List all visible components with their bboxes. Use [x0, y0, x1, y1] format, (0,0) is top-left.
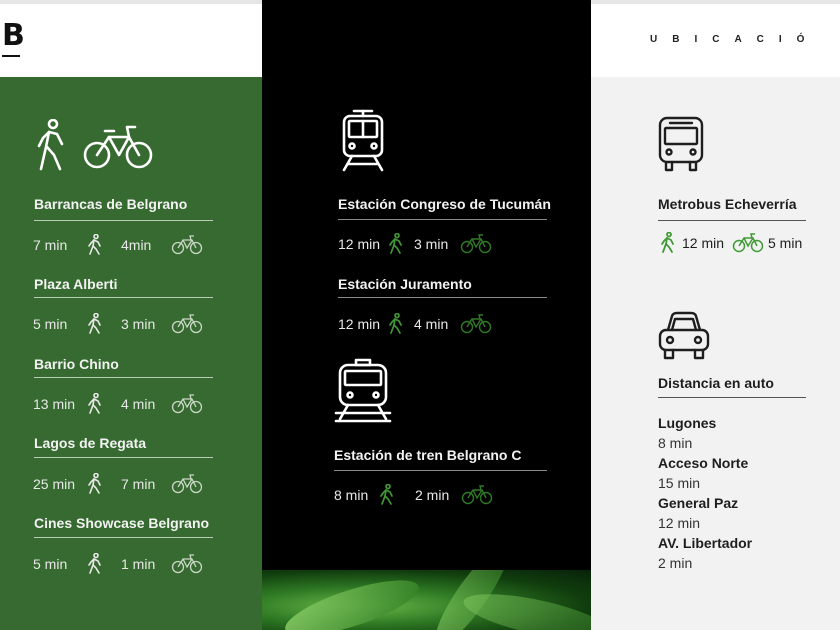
divider — [34, 537, 213, 538]
walking-person-icon — [88, 393, 101, 414]
train-icon — [334, 358, 392, 423]
walking-person-icon — [380, 484, 393, 505]
bike-time: 5 min — [768, 235, 803, 251]
destination-name: AV. Libertador — [658, 535, 753, 551]
leaf-photo — [262, 570, 591, 630]
bike-time: 3 min — [121, 316, 156, 332]
travel-times: 7 min 4min — [33, 234, 203, 256]
bike-time: 3 min — [414, 236, 449, 252]
divider — [34, 297, 213, 298]
divider — [658, 397, 806, 398]
travel-times: 12 min 3 min — [338, 233, 492, 255]
walking-person-icon — [661, 232, 674, 253]
section-label: UBICACIÓ — [650, 34, 820, 45]
bicycle-icon — [171, 474, 203, 494]
walk-time: 8 min — [334, 487, 369, 503]
place-name: Lagos de Regata — [34, 435, 147, 451]
travel-times: 12 min 4 min — [338, 313, 492, 335]
list-item: Cines Showcase Belgrano — [34, 515, 209, 531]
list-item: Barrancas de Belgrano — [34, 196, 187, 212]
station-name: Estación Congreso de Tucumán — [338, 196, 551, 212]
bus-car-column: Metrobus Echeverría 12 min 5 min Distanc… — [591, 77, 840, 630]
place-name: Plaza Alberti — [34, 276, 118, 292]
walking-person-icon — [88, 234, 101, 255]
destination-name: Lugones — [658, 415, 717, 431]
walking-person-icon — [88, 473, 101, 494]
divider — [658, 220, 806, 221]
walk-time: 7 min — [33, 237, 68, 253]
bike-time: 4min — [121, 237, 152, 253]
divider — [338, 219, 547, 220]
list-item: Estación Congreso de Tucumán — [338, 196, 551, 212]
section-title: Distancia en auto — [658, 375, 774, 391]
walking-person-icon — [389, 233, 402, 254]
bike-time: 7 min — [121, 476, 156, 492]
travel-times: 13 min 4 min — [33, 393, 203, 415]
bike-time: 1 min — [121, 556, 156, 572]
station-name: Metrobus Echeverría — [658, 196, 797, 212]
bike-time: 4 min — [121, 396, 156, 412]
destination-name: General Paz — [658, 495, 739, 511]
bicycle-icon — [732, 233, 764, 253]
list-item: Estación Juramento — [338, 276, 472, 292]
bicycle-icon — [460, 234, 492, 254]
divider — [334, 470, 547, 471]
list-item: Estación de tren Belgrano C — [334, 447, 521, 463]
walking-person-icon — [88, 313, 101, 334]
walk-time: 5 min — [33, 556, 68, 572]
divider — [34, 377, 213, 378]
list-item: Metrobus Echeverría — [658, 196, 797, 212]
travel-times: 5 min 1 min — [33, 553, 203, 575]
travel-times: 5 min 3 min — [33, 313, 203, 335]
list-item: Plaza Alberti — [34, 276, 118, 292]
travel-times: 8 min 2 min — [334, 484, 493, 506]
destination-time: 15 min — [658, 475, 701, 491]
station-name: Estación de tren Belgrano C — [334, 447, 522, 463]
walk-time: 5 min — [33, 316, 68, 332]
divider — [34, 457, 213, 458]
walk-time: 25 min — [33, 476, 76, 492]
bicycle-icon — [460, 314, 492, 334]
list-item: Lagos de Regata — [34, 435, 146, 451]
destination-time: 2 min — [658, 555, 693, 571]
bicycle-icon — [171, 394, 203, 414]
brand-logo[interactable]: B — [2, 20, 25, 52]
bus-icon — [658, 116, 704, 172]
walking-bike-column: Barrancas de Belgrano 7 min 4min Plaza A… — [0, 77, 262, 630]
bike-time: 4 min — [414, 316, 449, 332]
divider — [338, 297, 547, 298]
place-name: Barrio Chino — [34, 356, 119, 372]
bicycle-icon — [171, 554, 203, 574]
destination-time: 8 min — [658, 435, 693, 451]
walking-person-icon — [37, 119, 64, 171]
walk-time: 12 min — [682, 235, 725, 251]
travel-times: 12 min 5 min — [660, 232, 802, 254]
car-icon — [658, 311, 710, 360]
bicycle-icon — [83, 125, 153, 169]
car-distance-title: Distancia en auto — [658, 375, 774, 391]
subway-icon — [342, 109, 384, 172]
list-item: Barrio Chino — [34, 356, 119, 372]
travel-times: 25 min 7 min — [33, 473, 203, 495]
bicycle-icon — [171, 314, 203, 334]
walk-time: 13 min — [33, 396, 76, 412]
bike-time: 2 min — [415, 487, 450, 503]
walking-person-icon — [389, 313, 402, 334]
bicycle-icon — [171, 235, 203, 255]
place-name: Cines Showcase Belgrano — [34, 515, 210, 531]
station-name: Estación Juramento — [338, 276, 472, 292]
divider — [34, 220, 213, 221]
walking-person-icon — [88, 553, 101, 574]
destination-name: Acceso Norte — [658, 455, 749, 471]
logo-underline — [2, 55, 20, 57]
walk-time: 12 min — [338, 316, 381, 332]
destination-time: 12 min — [658, 515, 701, 531]
place-name: Barrancas de Belgrano — [34, 196, 188, 212]
walk-time: 12 min — [338, 236, 381, 252]
public-transport-column: Estación Congreso de Tucumán 12 min 3 mi… — [262, 0, 591, 570]
bicycle-icon — [461, 485, 493, 505]
